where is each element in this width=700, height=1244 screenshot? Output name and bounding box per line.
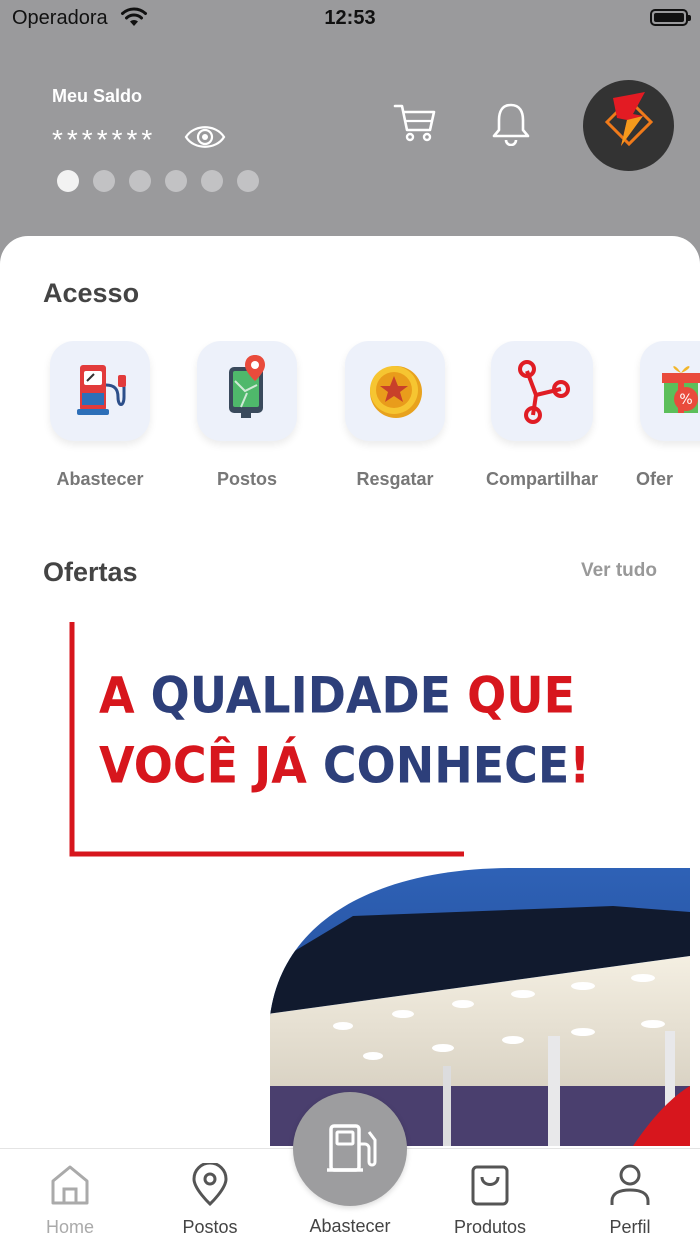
brand-logo[interactable] xyxy=(583,80,674,171)
clock: 12:53 xyxy=(324,7,376,29)
access-list: Abastecer Postos Resgatar Compartilhar %… xyxy=(0,341,700,501)
home-icon xyxy=(51,1165,89,1205)
carousel-dot[interactable] xyxy=(129,170,151,192)
nav-abastecer-label: Abastecer xyxy=(309,1216,391,1236)
access-label: Resgatar xyxy=(356,469,434,489)
balance-label: Meu Saldo xyxy=(52,86,143,106)
user-icon xyxy=(610,1164,650,1205)
svg-text:%: % xyxy=(679,392,692,408)
offer-banner[interactable]: A QUALIDADE QUE VOCÊ JÁ CONHECE! xyxy=(53,616,690,1146)
see-all-link[interactable]: Ver tudo xyxy=(581,560,657,582)
share-icon xyxy=(518,360,570,424)
bell-icon[interactable] xyxy=(490,100,532,146)
offers-title: Ofertas xyxy=(43,557,138,587)
carousel-dot[interactable] xyxy=(201,170,223,192)
nav-produtos-label: Produtos xyxy=(453,1217,527,1237)
fuel-pump-icon xyxy=(327,1124,377,1172)
location-pin-icon xyxy=(192,1163,228,1207)
carousel-dot[interactable] xyxy=(165,170,187,192)
fuel-pump-icon xyxy=(77,365,126,415)
access-label: Postos xyxy=(216,469,277,489)
banner-headline-1: A QUALIDADE QUE xyxy=(99,665,575,725)
access-label: Abastecer xyxy=(56,469,144,489)
access-label: Compartilhar xyxy=(485,469,599,489)
access-tile[interactable] xyxy=(491,341,593,441)
nav-produtos[interactable]: Produtos xyxy=(420,1149,560,1244)
balance-value: ******* xyxy=(52,124,157,155)
access-tile[interactable]: % xyxy=(640,341,700,441)
nav-perfil[interactable]: Perfil xyxy=(560,1149,700,1244)
carousel-dot[interactable] xyxy=(237,170,259,192)
access-tile[interactable] xyxy=(197,341,297,441)
map-location-icon xyxy=(229,355,265,418)
cart-icon[interactable] xyxy=(393,100,437,144)
banner-headline-2: VOCÊ JÁ CONHECE! xyxy=(99,735,591,795)
battery-icon xyxy=(650,9,691,26)
carousel-dot[interactable] xyxy=(57,170,79,192)
carousel-dot[interactable] xyxy=(93,170,115,192)
carousel-dots xyxy=(57,170,259,192)
gift-icon: % xyxy=(662,366,700,413)
nav-home-label: Home xyxy=(45,1217,94,1237)
eye-icon[interactable] xyxy=(184,118,226,156)
nav-home[interactable]: Home xyxy=(0,1149,140,1244)
access-label: Ofer xyxy=(636,469,674,489)
access-tile[interactable] xyxy=(345,341,445,441)
nav-postos[interactable]: Postos xyxy=(140,1149,280,1244)
nav-postos-label: Postos xyxy=(182,1217,238,1237)
star-coin-icon xyxy=(370,366,422,418)
access-tile[interactable] xyxy=(50,341,150,441)
status-bar: Operadora 12:53 xyxy=(0,0,700,36)
shopping-bag-icon xyxy=(471,1165,509,1206)
access-title: Acesso xyxy=(43,278,140,308)
abastecer-fab[interactable] xyxy=(293,1092,407,1206)
nav-perfil-label: Perfil xyxy=(609,1217,651,1237)
